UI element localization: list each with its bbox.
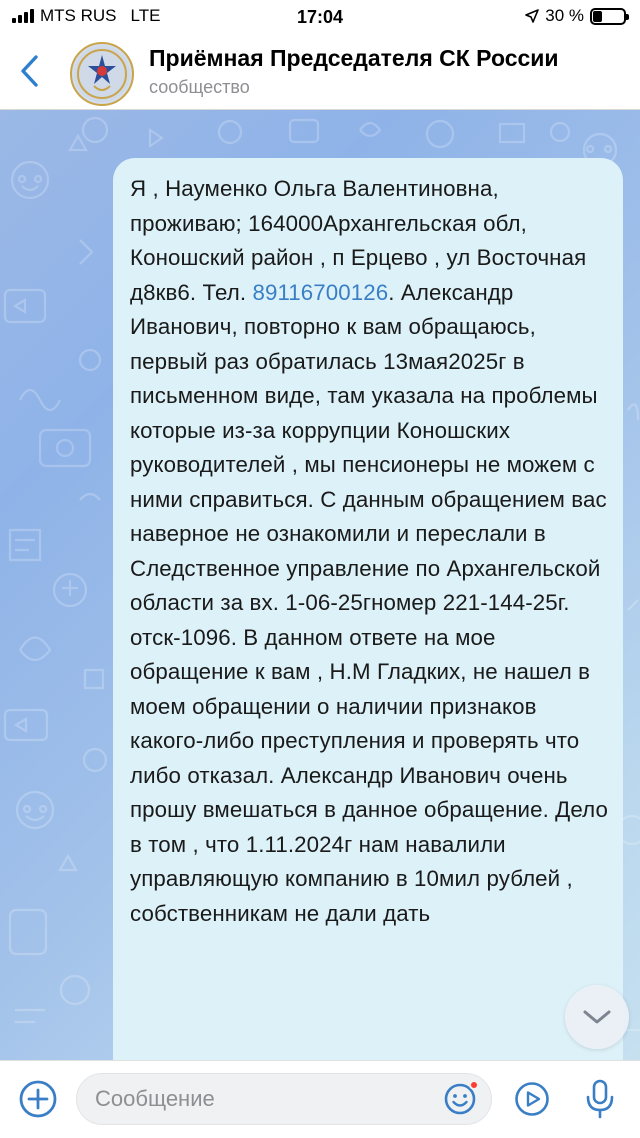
chat-title[interactable]: Приёмная Председателя СК России [149, 45, 559, 72]
plus-circle-icon [19, 1080, 57, 1118]
back-button[interactable] [14, 50, 44, 92]
battery-percent: 30 % [545, 6, 584, 25]
chevron-left-icon [21, 55, 38, 87]
battery-level [593, 10, 602, 22]
battery-icon [590, 7, 629, 25]
message-bubble[interactable]: Я , Науменко Ольга Валентиновна, прожива… [113, 158, 623, 1060]
voice-message-button[interactable] [583, 1077, 617, 1121]
notification-dot [469, 1080, 479, 1090]
input-bar: Сообщение [0, 1060, 640, 1138]
phone-link[interactable]: 89116700126 [252, 280, 388, 305]
message-input[interactable]: Сообщение [76, 1073, 492, 1125]
video-message-button[interactable] [514, 1081, 550, 1117]
message-text-part-2: . Александр Иванович, повторно к вам обр… [130, 279, 608, 926]
microphone-icon [586, 1079, 614, 1119]
messenger-app: MTS RUS LTE 17:04 30 % Приёмная Председа… [0, 0, 640, 1138]
status-bar: MTS RUS LTE 17:04 30 % [0, 0, 640, 34]
sk-emblem-icon [74, 46, 130, 102]
chat-area[interactable]: Я , Науменко Ольга Валентиновна, прожива… [0, 110, 640, 1060]
attach-button[interactable] [18, 1079, 58, 1119]
sticker-button[interactable] [443, 1080, 479, 1116]
location-arrow-icon [525, 9, 540, 23]
scroll-down-button[interactable] [565, 985, 629, 1049]
play-circle-icon [515, 1082, 549, 1116]
status-right: 30 % [525, 6, 629, 26]
chevron-down-icon [583, 1010, 611, 1024]
chat-subtitle: сообщество [149, 77, 250, 97]
community-avatar[interactable] [70, 42, 134, 106]
message-input-placeholder: Сообщение [95, 1086, 215, 1111]
chat-header: Приёмная Председателя СК России сообщест… [0, 34, 640, 110]
message-text: Я , Науменко Ольга Валентиновна, прожива… [130, 172, 609, 931]
